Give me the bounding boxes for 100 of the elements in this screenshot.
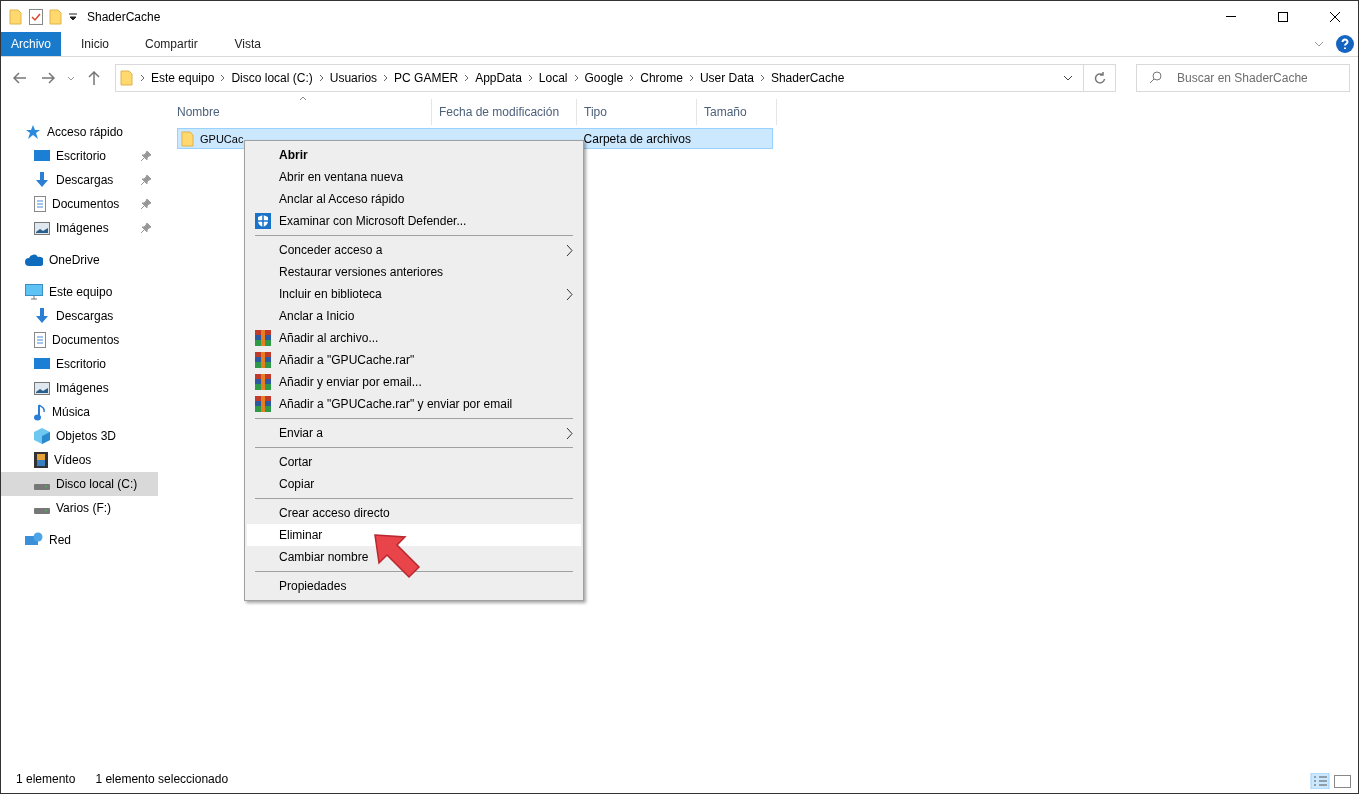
cloud-icon xyxy=(25,254,43,266)
archive-icon xyxy=(255,396,271,412)
sidebar-item[interactable]: Vídeos xyxy=(1,448,158,472)
sidebar-item[interactable]: Documentos xyxy=(1,328,158,352)
document-icon xyxy=(34,332,46,348)
menu-item[interactable]: Abrir en ventana nueva xyxy=(247,166,581,188)
sidebar-item[interactable]: Disco local (C:) xyxy=(1,472,158,496)
forward-arrow-icon xyxy=(41,72,55,84)
back-arrow-icon xyxy=(13,72,27,84)
ribbon-tab[interactable]: Vista xyxy=(219,32,276,56)
computer-icon xyxy=(25,284,43,300)
chevron-right-icon[interactable] xyxy=(688,74,694,82)
sidebar-item[interactable]: Objetos 3D xyxy=(1,424,158,448)
sidebar-item[interactable]: Varios (F:) xyxy=(1,496,158,520)
desktop-icon xyxy=(34,149,50,163)
minimize-icon xyxy=(1226,16,1236,17)
pointer-arrow-icon xyxy=(373,533,421,579)
menu-item[interactable]: Enviar a xyxy=(247,422,581,444)
menu-item[interactable]: Restaurar versiones anteriores xyxy=(247,261,581,283)
sidebar-item[interactable]: Escritorio xyxy=(1,352,158,376)
search-field[interactable]: Buscar en ShaderCache xyxy=(1136,64,1350,92)
chevron-right-icon[interactable] xyxy=(220,74,226,82)
close-icon xyxy=(1330,11,1340,22)
cube-icon xyxy=(34,428,50,444)
status-text: 1 elemento seleccionado xyxy=(95,772,229,786)
dropdown-icon[interactable] xyxy=(69,12,77,21)
sidebar-item[interactable]: Acceso rápido xyxy=(1,120,158,144)
file-name: GPUCac xyxy=(200,132,244,145)
chevron-right-icon[interactable] xyxy=(629,74,635,82)
sidebar-item[interactable]: Red xyxy=(1,528,158,552)
ribbon-tab[interactable]: Compartir xyxy=(135,32,208,56)
chevron-right-icon[interactable] xyxy=(140,74,145,82)
archive-icon xyxy=(255,330,271,346)
address-bar[interactable]: Este equipo Disco local (C:) Usuarios PC GAMER AppData Local Google Chrome User Data ShaderCache xyxy=(115,64,1084,92)
column-header[interactable]: Tipo xyxy=(577,99,697,125)
chevron-right-icon[interactable] xyxy=(464,74,470,82)
chevron-right-icon[interactable] xyxy=(318,74,324,82)
menu-item[interactable]: Examinar con Microsoft Defender... xyxy=(247,210,581,232)
maximize-icon xyxy=(1278,11,1288,22)
sidebar-item[interactable]: OneDrive xyxy=(1,248,158,272)
desktop-icon xyxy=(34,357,50,371)
menu-item[interactable]: Conceder acceso a xyxy=(247,239,581,261)
menu-item[interactable]: Crear acceso directo xyxy=(247,502,581,524)
checklist-icon[interactable] xyxy=(29,8,43,25)
chevron-down-icon[interactable] xyxy=(1063,75,1073,81)
download-icon xyxy=(34,308,50,324)
chevron-right-icon[interactable] xyxy=(527,74,533,82)
breadcrumb-item[interactable]: Local xyxy=(538,71,568,85)
sidebar-item[interactable]: Imágenes xyxy=(1,216,158,240)
archive-icon xyxy=(255,352,271,368)
menu-item[interactable]: Anclar a Inicio xyxy=(247,305,581,327)
breadcrumb-item[interactable]: AppData xyxy=(475,71,522,85)
breadcrumb-item[interactable]: Google xyxy=(584,71,624,85)
menu-item[interactable]: Eliminar xyxy=(247,524,581,546)
column-header[interactable]: Nombre xyxy=(177,99,432,125)
sidebar-item[interactable]: Imágenes xyxy=(1,376,158,400)
window-title: ShaderCache xyxy=(87,9,162,24)
breadcrumb-item[interactable]: ShaderCache xyxy=(770,71,845,85)
breadcrumb-item[interactable]: Disco local (C:) xyxy=(231,71,313,85)
menu-item[interactable]: Cambiar nombre xyxy=(247,546,581,568)
menu-item[interactable]: Añadir y enviar por email... xyxy=(247,371,581,393)
sidebar-item[interactable]: Música xyxy=(1,400,158,424)
sidebar-item[interactable]: Descargas xyxy=(1,168,158,192)
menu-item[interactable]: Cortar xyxy=(247,451,581,473)
menu-item[interactable]: Anclar al Acceso rápido xyxy=(247,188,581,210)
shield-icon xyxy=(255,213,271,229)
column-header[interactable]: Tamaño xyxy=(697,99,777,125)
pin-icon[interactable] xyxy=(140,222,152,234)
breadcrumb-item[interactable]: Este equipo xyxy=(151,71,215,85)
pin-icon[interactable] xyxy=(140,198,152,210)
sidebar-item[interactable]: Escritorio xyxy=(1,144,158,168)
pin-icon[interactable] xyxy=(140,150,152,162)
help-icon[interactable] xyxy=(1336,35,1354,53)
search-icon xyxy=(1149,71,1162,84)
refresh-button[interactable] xyxy=(1084,64,1116,92)
breadcrumb-item[interactable]: User Data xyxy=(699,71,754,85)
menu-item[interactable]: Incluir en biblioteca xyxy=(247,283,581,305)
image-icon xyxy=(34,221,50,235)
menu-item[interactable]: Añadir a "GPUCache.rar" xyxy=(247,349,581,371)
menu-item[interactable]: Copiar xyxy=(247,473,581,495)
menu-item[interactable]: Añadir a "GPUCache.rar" y enviar por email xyxy=(247,393,581,415)
file-type: Carpeta de archivos xyxy=(583,131,691,146)
sidebar-item[interactable]: Descargas xyxy=(1,304,158,328)
menu-item[interactable]: Propiedades xyxy=(247,575,581,597)
view-toggle-icon[interactable] xyxy=(1310,773,1354,789)
music-note-icon xyxy=(34,403,46,421)
pin-icon[interactable] xyxy=(140,174,152,186)
column-header[interactable]: Fecha de modificación xyxy=(432,99,577,125)
sidebar-item[interactable]: Este equipo xyxy=(1,280,158,304)
breadcrumb-item[interactable]: Usuarios xyxy=(329,71,378,85)
ribbon-tab[interactable]: Archivo xyxy=(1,32,61,56)
menu-item[interactable]: Añadir al archivo... xyxy=(247,327,581,349)
breadcrumb-item[interactable]: Chrome xyxy=(640,71,683,85)
chevron-right-icon[interactable] xyxy=(759,74,765,82)
up-arrow-icon xyxy=(88,71,100,85)
sidebar-item[interactable]: Documentos xyxy=(1,192,158,216)
ribbon-tab[interactable]: Inicio xyxy=(67,32,123,56)
chevron-right-icon[interactable] xyxy=(383,74,389,82)
chevron-right-icon[interactable] xyxy=(573,74,579,82)
breadcrumb-item[interactable]: PC GAMER xyxy=(394,71,459,85)
